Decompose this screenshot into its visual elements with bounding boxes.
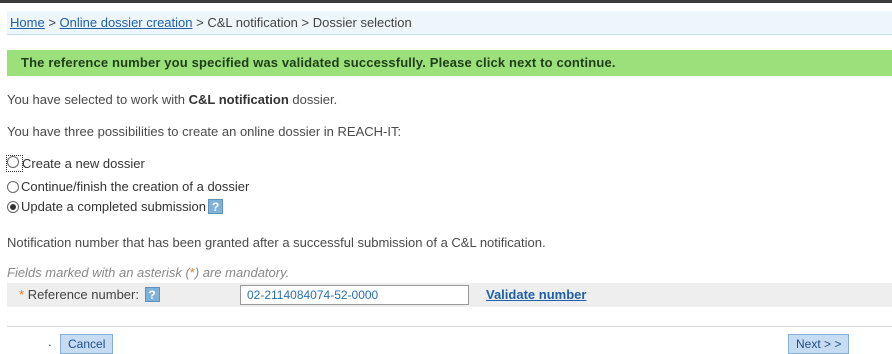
option-label-update[interactable]: Update a completed submission [21,199,206,214]
reference-number-row: * Reference number: ? Validate number [7,283,892,307]
next-button[interactable]: Next > > [788,334,850,354]
required-asterisk: * [19,287,25,302]
reference-label-text: Reference number: [27,287,139,302]
option-continue-dossier[interactable]: Continue/finish the creation of a dossie… [7,179,249,194]
breadcrumb-separator: > [48,15,56,30]
radio-button-create-new[interactable] [7,156,19,168]
hint-before: Fields marked with an asterisk ( [7,265,190,280]
possibilities-text: You have three possibilities to create a… [7,124,402,139]
top-border-line [0,0,892,3]
option-update-submission[interactable]: Update a completed submission ? [7,199,223,214]
breadcrumb: Home > Online dossier creation > C&L not… [7,11,892,35]
breadcrumb-home-link[interactable]: Home [10,15,45,30]
help-icon[interactable]: ? [208,199,223,214]
validate-number-link[interactable]: Validate number [486,287,586,302]
selected-text-after: dossier. [288,92,338,107]
radio-focus-ring [6,155,23,172]
breadcrumb-separator: > [196,15,204,30]
notification-number-text: Notification number that has been grante… [7,235,546,250]
reference-number-label: * Reference number: ? [19,287,160,302]
reference-number-input[interactable] [240,285,469,305]
option-label-create-new[interactable]: Create a new dossier [22,156,145,171]
footer-dot: . [48,334,52,349]
success-message: The reference number you specified was v… [7,50,892,76]
breadcrumb-online-dossier-link[interactable]: Online dossier creation [60,15,193,30]
help-icon[interactable]: ? [144,287,160,302]
selected-dossier-text: You have selected to work with C&L notif… [7,92,337,107]
hint-after: ) are mandatory. [194,265,290,280]
selected-dossier-type: C&L notification [188,92,289,107]
radio-button-continue[interactable] [7,180,19,193]
option-label-continue[interactable]: Continue/finish the creation of a dossie… [21,179,249,194]
cancel-button[interactable]: Cancel [60,334,114,354]
option-create-new-dossier[interactable]: Create a new dossier [6,155,145,172]
mandatory-fields-hint: Fields marked with an asterisk (*) are m… [7,265,289,280]
breadcrumb-current: Dossier selection [312,15,412,30]
radio-button-update-selected[interactable] [7,200,19,213]
breadcrumb-cl-notification: C&L notification [207,15,298,30]
breadcrumb-separator: > [301,15,310,30]
selected-text-before: You have selected to work with [7,92,189,107]
footer-actions: . Cancel Next > > [7,326,892,354]
